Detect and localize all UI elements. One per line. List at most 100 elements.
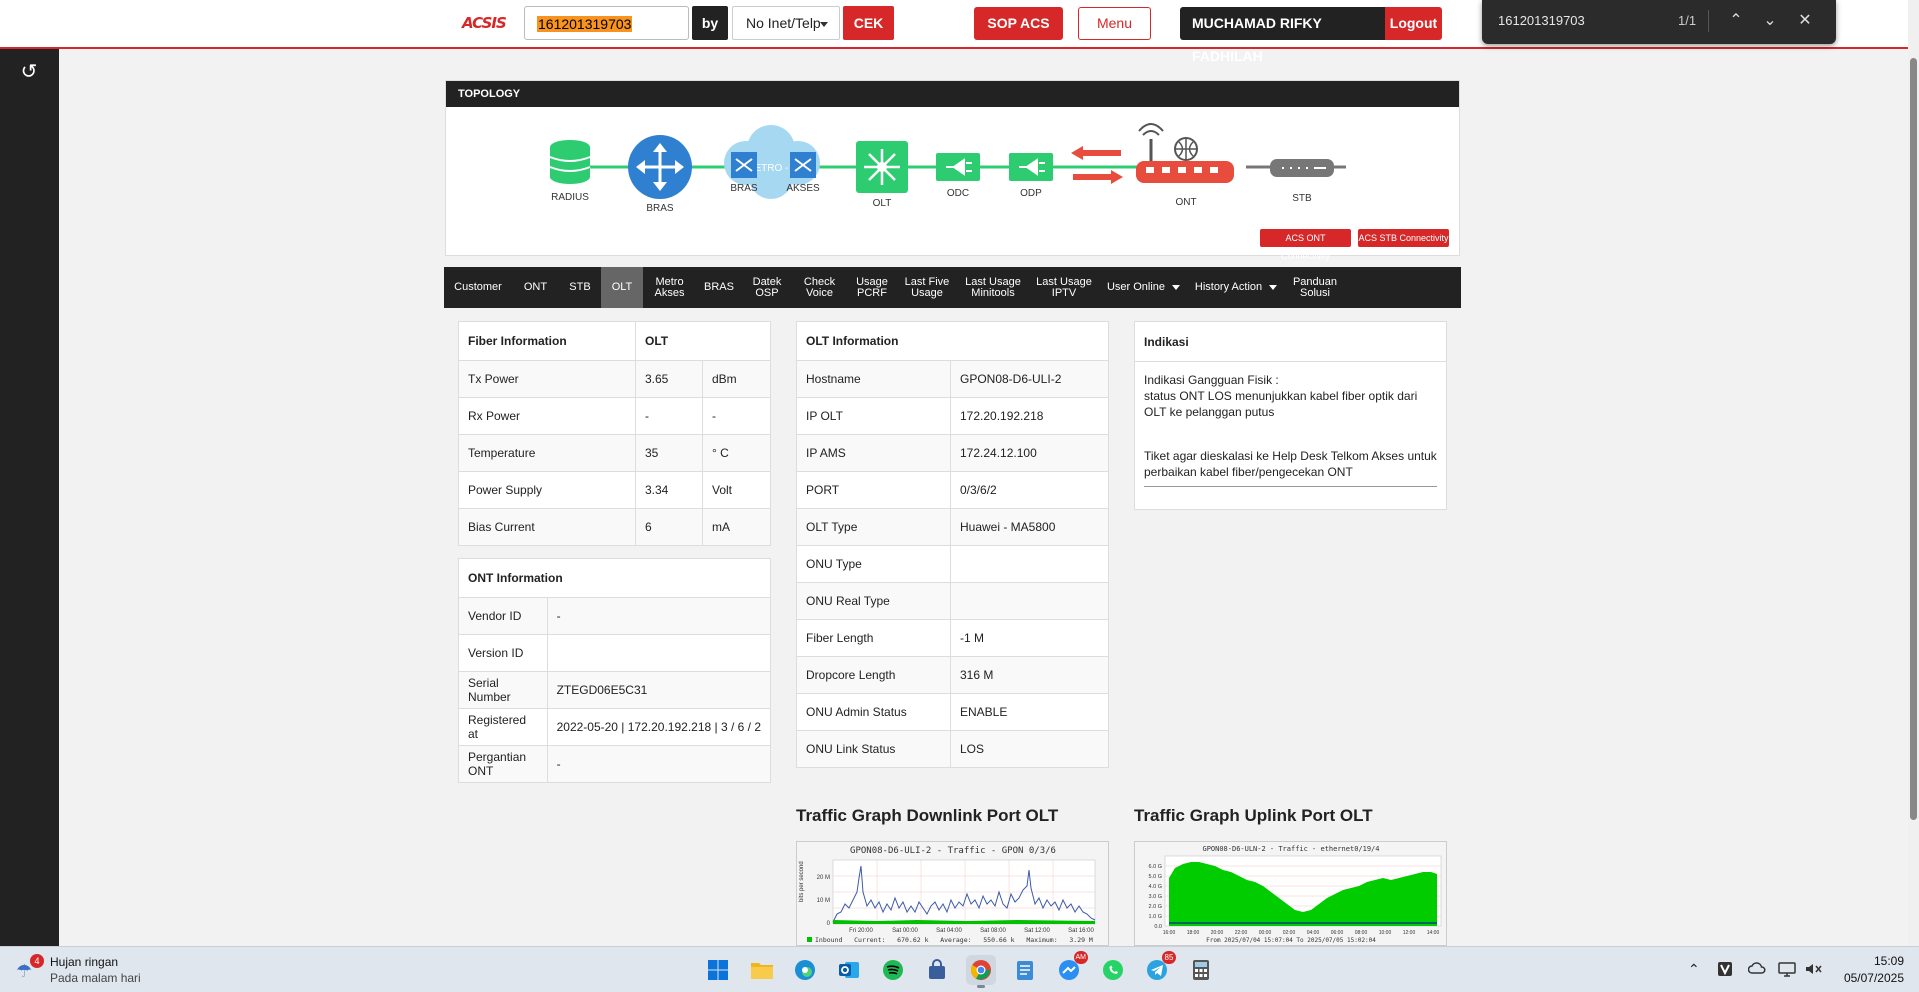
akses-switch-icon [790, 152, 816, 178]
uplink-xtick: 00:00 [1259, 930, 1272, 936]
chevron-down-icon[interactable]: ⌄ [1757, 8, 1783, 34]
radius-label: RADIUS [551, 192, 589, 203]
table-row: ONU Admin Status ENABLE [796, 693, 1109, 731]
calculator-icon[interactable] [1186, 955, 1216, 985]
table-row: Temperature 35 ° C [458, 434, 771, 472]
row-value: GPON08-D6-ULI-2 [950, 360, 1109, 398]
caret-down-icon [1172, 285, 1181, 290]
tab-bras[interactable]: BRAS [696, 267, 742, 308]
chevron-up-icon[interactable]: ⌃ [1723, 8, 1749, 34]
find-input[interactable]: 161201319703 [1498, 13, 1585, 28]
menu-button[interactable]: Menu [1078, 7, 1151, 40]
downlink-graph-image: GPON08-D6-ULI-2 - Traffic - GPON 0/3/6 b… [799, 846, 1096, 944]
table-row: IP AMS 172.24.12.100 [796, 434, 1109, 472]
radius-icon [549, 140, 591, 184]
cloud-sync-icon[interactable] [1747, 961, 1766, 978]
tab-check-voice[interactable]: Check Voice [792, 267, 847, 308]
find-separator [1708, 10, 1709, 32]
tab-olt[interactable]: OLT [601, 267, 643, 308]
tab-label: Panduan Solusi [1292, 275, 1338, 299]
row-value: 0/3/6/2 [950, 471, 1109, 509]
downlink-graph-title: Traffic Graph Downlink Port OLT [796, 806, 1059, 825]
tab-customer[interactable]: Customer [444, 267, 512, 308]
weather-widget[interactable]: ☂ 4 Hujan ringan Pada malam hari [16, 953, 156, 987]
acs-ont-connectivity-button[interactable]: ACS ONT Connectivity [1260, 229, 1351, 261]
acsis-logo[interactable]: ACSIS [462, 14, 507, 32]
ont-info-header: ONT Information [458, 558, 771, 598]
windows-start-icon[interactable] [703, 955, 733, 985]
stb-icon [1270, 159, 1334, 177]
uplink-xtick: 18:00 [1187, 930, 1200, 936]
store-bag-icon[interactable] [922, 955, 952, 985]
vpn-tray-icon[interactable] [1717, 961, 1733, 980]
stb-label: STB [1292, 193, 1312, 204]
cek-button[interactable]: CEK [843, 6, 894, 40]
edge-browser-icon[interactable] [790, 955, 820, 985]
row-unit: Volt [702, 471, 771, 509]
row-unit: - [702, 397, 771, 435]
user-name-badge: MUCHAMAD RIFKY FADHILAH [1180, 7, 1385, 64]
uplink-xtick: 08:00 [1355, 930, 1368, 936]
tab-label: Check Voice [803, 275, 836, 299]
indikasi-ticket: Tiket agar dieskalasi ke Help Desk Telko… [1144, 449, 1437, 479]
weather-title: Hujan ringan [50, 955, 119, 969]
row-label: ONU Type [796, 545, 951, 583]
messenger-icon[interactable]: AM [1054, 951, 1088, 985]
row-label: ONU Real Type [796, 582, 951, 620]
tab-user-online[interactable]: User Online [1099, 267, 1188, 308]
chevron-up-icon[interactable]: ⌃ [1688, 961, 1700, 978]
tab-last-usage-minitools[interactable]: Last Usage Minitools [957, 267, 1029, 308]
olt-info-header: OLT Information [796, 321, 1109, 361]
volume-muted-icon[interactable] [1804, 961, 1822, 980]
uplink-xtick: 10:00 [1379, 930, 1392, 936]
tab-metro-akses[interactable]: Metro Akses [643, 267, 696, 308]
tab-history-action[interactable]: History Action [1188, 267, 1284, 308]
uplink-xtick: 04:00 [1307, 930, 1320, 936]
table-row: Hostname GPON08-D6-ULI-2 [796, 360, 1109, 398]
undo-icon[interactable]: ↺ [13, 56, 45, 88]
spotify-icon[interactable] [878, 955, 908, 985]
indikasi-panel: Indikasi Indikasi Gangguan Fisik : status… [1134, 321, 1447, 510]
notepad-icon[interactable] [1010, 955, 1040, 985]
downlink-xtick: Sat 12:00 [1024, 928, 1050, 934]
outlook-icon[interactable] [834, 955, 864, 985]
uplink-traffic-graph[interactable]: GPON08-D6-ULN-2 - Traffic - ethernet0/19… [1134, 841, 1447, 946]
uplink-xtick: 06:00 [1331, 930, 1344, 936]
tab-datek-osp[interactable]: Datek OSP [742, 267, 792, 308]
fiber-info-olt-header: OLT [635, 321, 771, 361]
bras-router-icon [628, 135, 692, 199]
tab-usage-pcrf[interactable]: Usage PCRF [847, 267, 897, 308]
uplink-caption: GPON08-D6-ULN-2 - Traffic - ethernet0/19… [1202, 845, 1379, 853]
sop-acs-button[interactable]: SOP ACS [974, 7, 1063, 40]
downlink-ytick: 0 [827, 921, 831, 927]
by-button[interactable]: by [692, 6, 728, 40]
tab-panduan-solusi[interactable]: Panduan Solusi [1284, 267, 1346, 308]
whatsapp-icon[interactable] [1098, 955, 1128, 985]
close-icon[interactable]: ✕ [1792, 8, 1818, 34]
downlink-traffic-graph[interactable]: GPON08-D6-ULI-2 - Traffic - GPON 0/3/6 b… [796, 841, 1109, 946]
chrome-icon[interactable] [966, 955, 996, 988]
tab-last-five-usage[interactable]: Last Five Usage [897, 267, 957, 308]
row-label: ONU Admin Status [796, 693, 951, 731]
telegram-icon[interactable]: 85 [1142, 951, 1176, 985]
tab-label: History Action [1194, 281, 1263, 293]
table-row: IP OLT 172.20.192.218 [796, 397, 1109, 435]
file-explorer-icon[interactable] [747, 955, 777, 985]
search-input[interactable]: 161201319703 [524, 6, 689, 40]
system-clock[interactable]: 15:09 05/07/2025 [1836, 953, 1904, 987]
row-label: Rx Power [458, 397, 636, 435]
table-row: Fiber Length -1 M [796, 619, 1109, 657]
tab-ont[interactable]: ONT [512, 267, 559, 308]
scrollbar-thumb[interactable] [1910, 58, 1917, 820]
network-icon[interactable] [1778, 961, 1796, 980]
tab-last-usage-iptv[interactable]: Last Usage IPTV [1029, 267, 1099, 308]
uplink-xtick: 14:00 [1427, 930, 1440, 936]
search-type-select[interactable]: No Inet/Telp [732, 6, 840, 40]
acs-stb-connectivity-button[interactable]: ACS STB Connectivity [1358, 229, 1449, 247]
scrollbar[interactable] [1908, 0, 1919, 946]
row-label: Pergantian ONT [458, 745, 548, 783]
indikasi-header: Indikasi [1135, 322, 1446, 362]
tab-stb[interactable]: STB [559, 267, 601, 308]
weather-subtitle: Pada malam hari [50, 971, 141, 985]
logout-button[interactable]: Logout [1385, 7, 1442, 40]
